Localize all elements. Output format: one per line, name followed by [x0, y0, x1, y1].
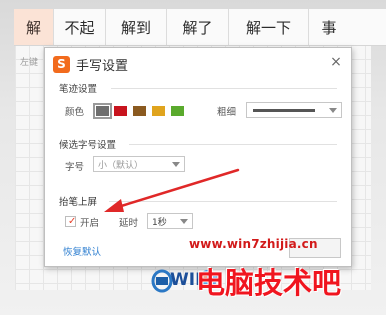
watermark-brand: 电脑技术吧	[196, 266, 342, 300]
watermark-url: www.win7zhijia.cn	[189, 237, 318, 251]
